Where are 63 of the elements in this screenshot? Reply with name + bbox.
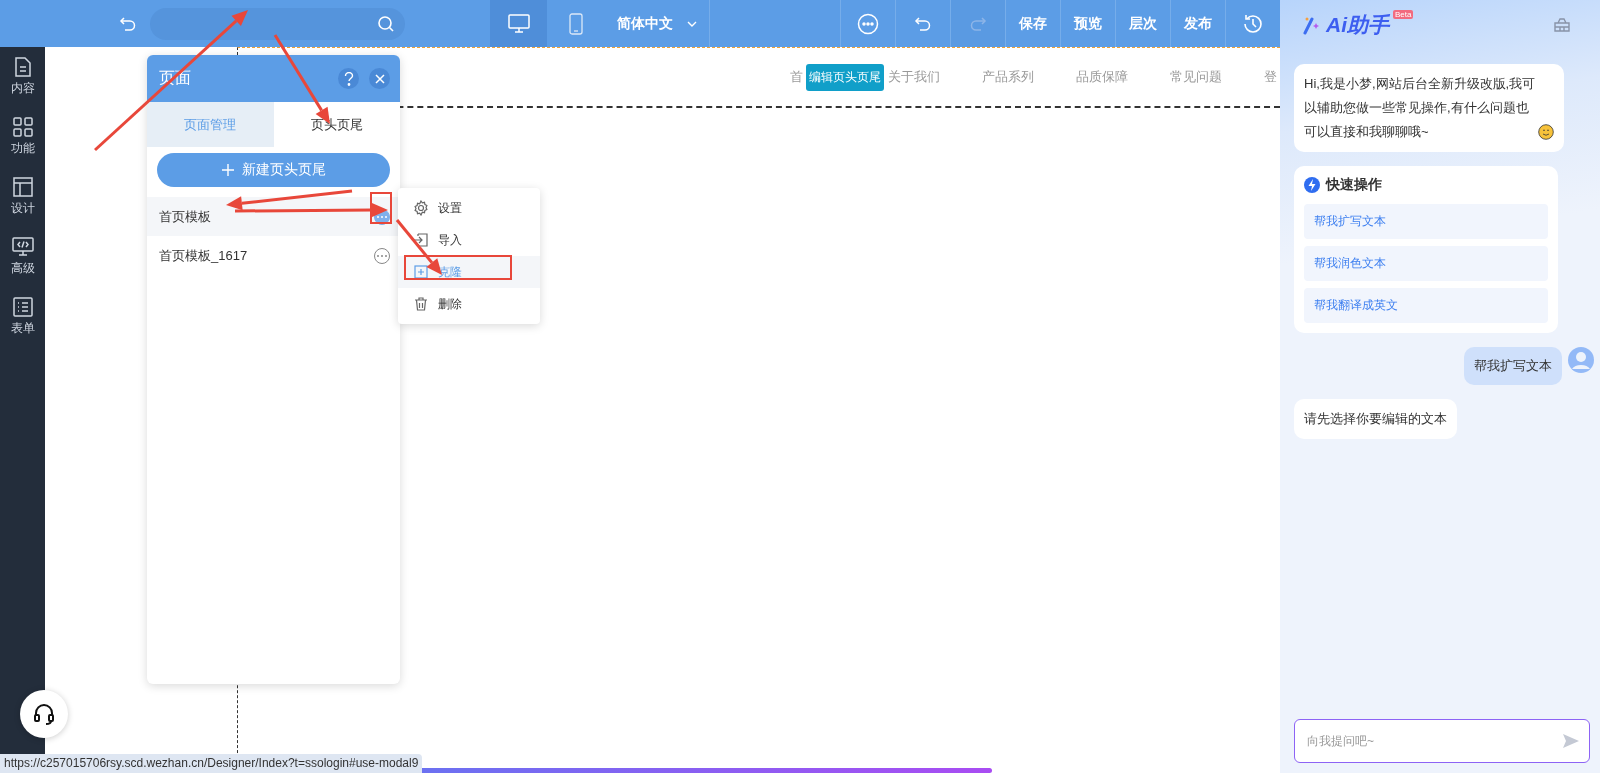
sidebar-item[interactable]: 内容 [0,55,45,115]
chat-message: Hi,我是小梦,网站后台全新升级改版,我可以辅助您做一些常见操作,有什么问题也可以直接和我聊聊哦~ [1304,75,1536,141]
clone-icon [413,264,429,280]
close-icon [374,73,385,84]
headset-icon [32,702,56,726]
layout-icon [12,177,33,197]
sidebar-item[interactable]: 设计 [0,175,45,235]
quick-action-button[interactable]: 帮我润色文本 [1304,246,1548,281]
assistant-logo: Ai助手 [1326,12,1389,38]
search-field[interactable] [150,7,405,40]
code-monitor-icon [11,237,34,257]
question-icon [343,71,354,86]
send-icon[interactable] [1562,733,1580,749]
sidebar-item[interactable]: 表单 [0,295,45,355]
chat-message: 帮我扩写文本 [1464,347,1562,385]
card-title: 快速操作 [1326,176,1382,194]
lightning-icon [1304,177,1320,193]
phone-icon [568,12,583,35]
sidebar-item[interactable]: 高级 [0,235,45,295]
plus-icon [221,164,234,176]
nav-link[interactable]: 产品系列 [982,68,1034,86]
redo-icon [969,14,987,33]
import-icon [413,232,429,248]
basket-icon[interactable] [1554,18,1570,32]
nav-link[interactable]: 首 [790,68,803,86]
document-icon [13,57,32,77]
chat-input[interactable]: 向我提问吧~ [1294,719,1590,763]
trash-icon [413,296,429,312]
nav-link[interactable]: 关于我们 [888,68,940,86]
undo-icon [914,14,932,33]
list-icon [12,297,33,317]
smiley-icon [1538,124,1554,140]
close-button[interactable] [369,68,390,89]
caret-icon [686,20,697,27]
history-icon [1242,12,1264,35]
beta-badge: Beta [1393,10,1414,19]
more-icon [857,12,879,35]
nav-link[interactable]: 品质保障 [1076,68,1128,86]
edit-header-tooltip[interactable]: 编辑页头页尾 [806,63,884,91]
page-item-label: 首页模板_1617 [159,246,248,265]
menu-item[interactable]: 删除 [398,288,540,320]
nav-link[interactable]: 常见问题 [1170,68,1222,86]
new-header-button[interactable]: 新建页头页尾 [157,153,390,187]
highlight-frame [370,192,392,224]
page-item[interactable]: 首页模板_1617 [147,236,400,275]
desktop-view-button[interactable] [490,0,547,47]
page-item-label: 首页模板 [159,207,211,226]
panel-tab[interactable]: 页面管理 [147,102,274,147]
help-button[interactable] [338,68,359,89]
search-icon [377,14,395,33]
undo-icon [119,14,137,33]
chat-message: 请先选择你要编辑的文本 [1294,399,1457,439]
gear-icon [413,200,429,216]
quick-action-button[interactable]: 帮我扩写文本 [1304,204,1548,239]
monitor-icon [507,13,530,34]
sidebar-item[interactable]: 功能 [0,115,45,175]
grid-icon [12,117,33,137]
avatar-icon [1568,347,1594,373]
menu-item[interactable]: 导入 [398,224,540,256]
status-url: https://c257015706rsy.scd.wezhan.cn/Designer/Index?t=ssologin#use-modal9 [0,754,423,773]
menu-item[interactable]: 设置 [398,192,540,224]
nav-link[interactable]: 登 [1264,68,1277,86]
quick-action-button[interactable]: 帮我翻译成英文 [1304,288,1548,323]
